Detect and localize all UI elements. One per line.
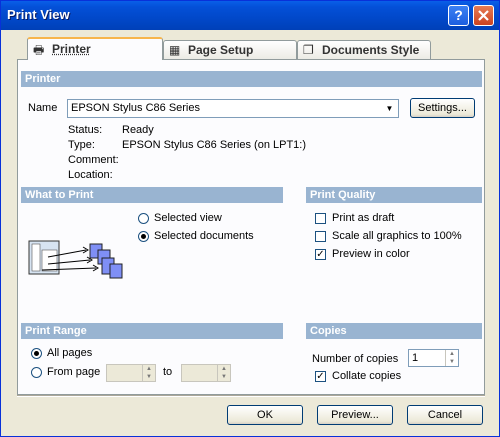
page-setup-icon: ▦ xyxy=(169,43,181,57)
footer-divider xyxy=(17,395,485,397)
preview-in-color-checkbox[interactable]: ✓ xyxy=(315,249,326,260)
selected-documents-label[interactable]: Selected documents xyxy=(154,230,254,242)
tab-documents-style[interactable]: ❐ Documents Style xyxy=(297,40,431,59)
print-as-draft-checkbox[interactable] xyxy=(315,213,326,224)
selected-view-label[interactable]: Selected view xyxy=(154,212,222,224)
all-pages-label[interactable]: All pages xyxy=(47,347,92,359)
preview-in-color-label[interactable]: Preview in color xyxy=(332,248,410,260)
to-page-stepper[interactable]: ▲ ▼ xyxy=(181,364,231,382)
printer-section-header: Printer xyxy=(21,71,482,87)
copies-header: Copies xyxy=(306,323,482,339)
tab-documents-style-label: Documents Style xyxy=(322,43,420,57)
help-button[interactable]: ? xyxy=(448,5,469,26)
to-page-spin-arrows[interactable]: ▲ ▼ xyxy=(217,365,230,381)
tab-printer-label: Printer xyxy=(52,42,91,56)
scale-graphics-label[interactable]: Scale all graphics to 100% xyxy=(332,230,462,242)
scale-graphics-checkbox[interactable] xyxy=(315,231,326,242)
all-pages-radio[interactable] xyxy=(31,348,42,359)
print-quality-header: Print Quality xyxy=(306,187,482,203)
close-icon xyxy=(478,10,489,21)
status-label: Status: xyxy=(68,124,103,136)
what-to-print-header: What to Print xyxy=(21,187,283,203)
window-title: Print View xyxy=(7,7,70,22)
selected-view-radio[interactable] xyxy=(138,213,149,224)
print-view-dialog: Print View ? 🖶 Printer ▦ Page Setup ❐ Do… xyxy=(0,0,500,437)
name-label: Name xyxy=(28,102,58,114)
type-label: Type: xyxy=(68,139,95,151)
printer-icon: 🖶 xyxy=(33,43,45,57)
print-as-draft-label[interactable]: Print as draft xyxy=(332,212,394,224)
collate-copies-label[interactable]: Collate copies xyxy=(332,370,401,382)
from-page-radio[interactable] xyxy=(31,367,42,378)
to-label: to xyxy=(163,366,173,378)
close-button[interactable] xyxy=(473,5,494,26)
selected-documents-radio[interactable] xyxy=(138,231,149,242)
location-label: Location: xyxy=(68,169,113,181)
documents-style-icon: ❐ xyxy=(303,43,314,57)
cancel-button[interactable]: Cancel xyxy=(407,405,483,425)
from-page-stepper[interactable]: ▲ ▼ xyxy=(106,364,156,382)
status-value: Ready xyxy=(122,124,154,136)
documents-illustration-icon xyxy=(28,240,128,280)
preview-button[interactable]: Preview... xyxy=(317,405,393,425)
comment-label: Comment: xyxy=(68,154,119,166)
copies-spin-arrows[interactable]: ▲ ▼ xyxy=(445,350,458,366)
number-of-copies-stepper[interactable]: 1 ▲ ▼ xyxy=(408,349,459,367)
number-of-copies-label: Number of copies xyxy=(312,353,399,365)
printer-name-value: EPSON Stylus C86 Series xyxy=(71,102,200,114)
ok-button[interactable]: OK xyxy=(227,405,303,425)
settings-button[interactable]: Settings... xyxy=(410,98,475,118)
number-of-copies-value[interactable]: 1 xyxy=(412,352,418,364)
title-bar[interactable]: Print View ? xyxy=(1,1,499,30)
type-value: EPSON Stylus C86 Series (on LPT1:) xyxy=(122,139,307,151)
from-page-label[interactable]: From page xyxy=(47,366,100,378)
tab-page-setup-label: Page Setup xyxy=(188,43,254,57)
printer-tab-panel: Printer Name EPSON Stylus C86 Series ▼ S… xyxy=(17,59,485,395)
tab-page-setup[interactable]: ▦ Page Setup xyxy=(163,40,297,59)
chevron-down-icon[interactable]: ▼ xyxy=(382,101,397,116)
print-range-header: Print Range xyxy=(21,323,283,339)
printer-name-select[interactable]: EPSON Stylus C86 Series ▼ xyxy=(67,99,399,118)
tab-printer[interactable]: 🖶 Printer xyxy=(27,37,163,60)
collate-copies-checkbox[interactable]: ✓ xyxy=(315,371,326,382)
from-page-spin-arrows[interactable]: ▲ ▼ xyxy=(142,365,155,381)
